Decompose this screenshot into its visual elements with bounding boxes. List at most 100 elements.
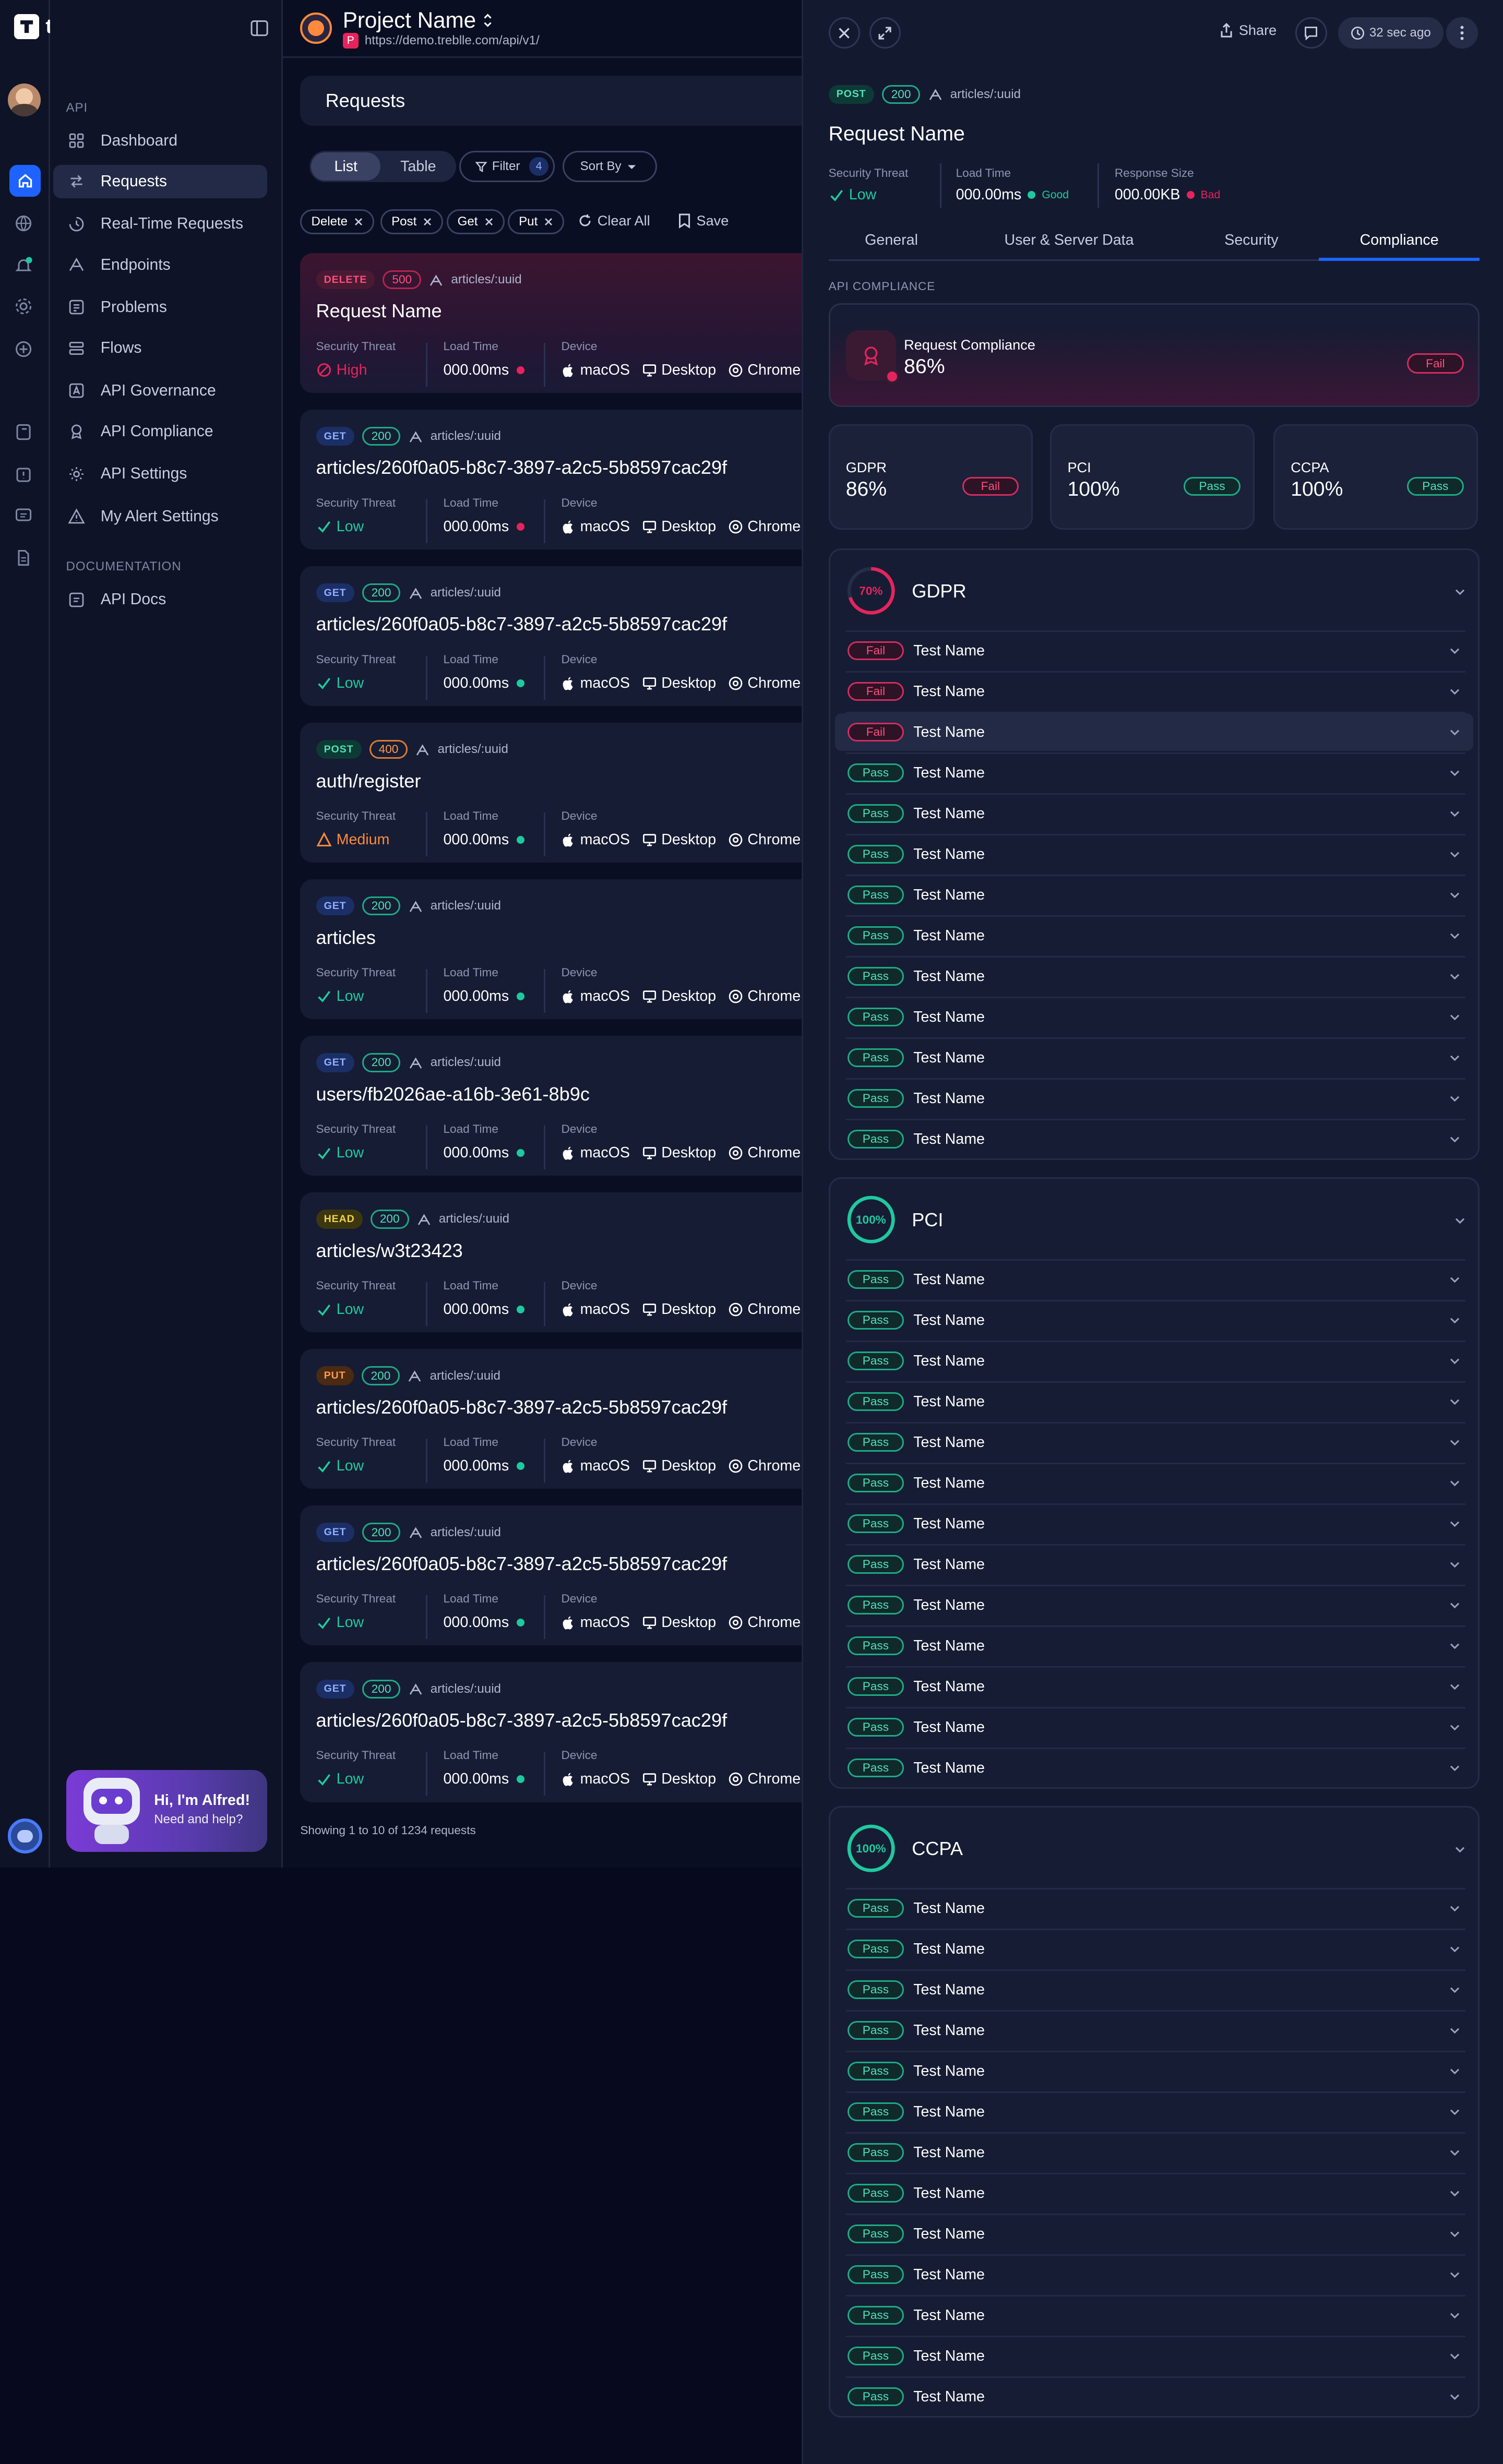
test-row[interactable]: Pass Test Name bbox=[835, 1342, 1473, 1380]
request-card[interactable]: POST 400 articles/:uuid auth/register Se… bbox=[300, 723, 819, 863]
request-card[interactable]: GET 200 articles/:uuid users/fb2026ae-a1… bbox=[300, 1036, 819, 1176]
chevron-down-icon[interactable] bbox=[1448, 1273, 1462, 1287]
chevron-down-icon[interactable] bbox=[1448, 2308, 1462, 2323]
test-row[interactable]: Pass Test Name bbox=[835, 1889, 1473, 1927]
chevron-down-icon[interactable] bbox=[1448, 1901, 1462, 1916]
test-row[interactable]: Fail Test Name bbox=[834, 713, 1473, 751]
sidebar-item-api-compliance[interactable]: API Compliance bbox=[53, 415, 267, 448]
chevron-down-icon[interactable] bbox=[1448, 1558, 1462, 1572]
chevron-down-icon[interactable] bbox=[1448, 725, 1462, 739]
chevron-down-icon[interactable] bbox=[1448, 2349, 1462, 2363]
test-row[interactable]: Fail Test Name bbox=[835, 632, 1473, 669]
share-button[interactable]: Share bbox=[1219, 22, 1277, 39]
chevron-down-icon[interactable] bbox=[1448, 970, 1462, 984]
chevron-down-icon[interactable] bbox=[1448, 1680, 1462, 1694]
chevron-down-icon[interactable] bbox=[1448, 644, 1462, 658]
chevron-down-icon[interactable] bbox=[1448, 1761, 1462, 1775]
chevron-down-icon[interactable] bbox=[1448, 2146, 1462, 2160]
sidebar-item-flows[interactable]: Flows bbox=[53, 332, 267, 365]
request-card[interactable]: PUT 200 articles/:uuid articles/260f0a05… bbox=[300, 1349, 819, 1489]
home-icon[interactable] bbox=[9, 165, 41, 197]
remove-chip-icon[interactable] bbox=[484, 217, 494, 226]
settings-icon[interactable] bbox=[14, 297, 36, 319]
summary-card-pci[interactable]: PCI 100% Pass bbox=[1050, 424, 1255, 530]
test-row[interactable]: Pass Test Name bbox=[835, 2052, 1473, 2090]
chevron-down-icon[interactable] bbox=[1448, 1517, 1462, 1531]
chevron-down-icon[interactable] bbox=[1448, 1639, 1462, 1653]
tab-list[interactable]: List bbox=[311, 152, 380, 181]
sidebar-item-api-docs[interactable]: API Docs bbox=[53, 583, 267, 616]
test-row[interactable]: Pass Test Name bbox=[835, 1971, 1473, 2008]
test-row[interactable]: Pass Test Name bbox=[835, 1627, 1473, 1665]
test-row[interactable]: Pass Test Name bbox=[835, 1930, 1473, 1968]
request-card[interactable]: HEAD 200 articles/:uuid articles/w3t2342… bbox=[300, 1192, 819, 1333]
clear-all-button[interactable]: Clear All bbox=[577, 212, 650, 229]
test-row[interactable]: Pass Test Name bbox=[835, 1120, 1473, 1158]
test-row[interactable]: Pass Test Name bbox=[835, 2012, 1473, 2049]
chevron-down-icon[interactable] bbox=[1448, 2186, 1462, 2200]
save-filter-button[interactable]: Save bbox=[677, 212, 729, 229]
sidebar-item-dashboard[interactable]: Dashboard bbox=[53, 124, 267, 157]
summary-card-gdpr[interactable]: GDPR 86% Fail bbox=[828, 424, 1033, 530]
chevron-down-icon[interactable] bbox=[1448, 1983, 1462, 1997]
sidebar-item-problems[interactable]: Problems bbox=[53, 291, 267, 324]
add-icon[interactable] bbox=[14, 340, 36, 362]
chevron-down-icon[interactable] bbox=[1448, 929, 1462, 943]
project-icon[interactable] bbox=[300, 13, 332, 44]
section-header[interactable]: 100% CCPA bbox=[846, 1823, 963, 1873]
info-icon[interactable] bbox=[14, 465, 36, 487]
remove-chip-icon[interactable] bbox=[544, 217, 553, 226]
remove-chip-icon[interactable] bbox=[423, 217, 432, 226]
test-row[interactable]: Pass Test Name bbox=[835, 1464, 1473, 1502]
request-card[interactable]: DELETE 500 articles/:uuid Request Name S… bbox=[300, 253, 819, 393]
remove-chip-icon[interactable] bbox=[354, 217, 363, 226]
test-row[interactable]: Pass Test Name bbox=[835, 1301, 1473, 1339]
summary-card-ccpa[interactable]: CCPA 100% Pass bbox=[1273, 424, 1478, 530]
chevron-down-icon[interactable] bbox=[1448, 2064, 1462, 2078]
chevron-down-icon[interactable] bbox=[1448, 1476, 1462, 1490]
test-row[interactable]: Pass Test Name bbox=[835, 1261, 1473, 1298]
project-url[interactable]: https://demo.treblle.com/api/v1/ bbox=[365, 33, 540, 48]
project-switcher[interactable]: Project Name bbox=[343, 8, 494, 33]
message-icon[interactable] bbox=[14, 506, 36, 528]
test-row[interactable]: Pass Test Name bbox=[835, 958, 1473, 995]
filter-chip-put[interactable]: Put bbox=[508, 209, 565, 234]
test-row[interactable]: Pass Test Name bbox=[835, 2174, 1473, 2212]
filter-chip-delete[interactable]: Delete bbox=[300, 209, 375, 234]
chevron-down-icon[interactable] bbox=[1448, 2268, 1462, 2282]
test-row[interactable]: Fail Test Name bbox=[835, 673, 1473, 710]
test-row[interactable]: Pass Test Name bbox=[835, 2093, 1473, 2131]
chevron-down-icon[interactable] bbox=[1448, 685, 1462, 699]
bell-icon[interactable] bbox=[14, 256, 36, 278]
test-row[interactable]: Pass Test Name bbox=[835, 1708, 1473, 1746]
test-row[interactable]: Pass Test Name bbox=[835, 1668, 1473, 1705]
section-header[interactable]: 100% PCI bbox=[846, 1194, 943, 1245]
sidebar-item-my-alert-settings[interactable]: My Alert Settings bbox=[53, 500, 267, 533]
test-row[interactable]: Pass Test Name bbox=[835, 1080, 1473, 1117]
test-row[interactable]: Pass Test Name bbox=[835, 2256, 1473, 2293]
collapse-sidebar-icon[interactable] bbox=[250, 19, 269, 38]
chevron-down-icon[interactable] bbox=[1453, 585, 1467, 599]
chevron-down-icon[interactable] bbox=[1448, 888, 1462, 902]
comment-button[interactable] bbox=[1295, 17, 1327, 49]
chevron-down-icon[interactable] bbox=[1448, 847, 1462, 862]
test-row[interactable]: Pass Test Name bbox=[835, 835, 1473, 873]
sidebar-item-requests[interactable]: Requests bbox=[53, 165, 268, 198]
chevron-down-icon[interactable] bbox=[1448, 2024, 1462, 2038]
tab-general[interactable]: General bbox=[829, 222, 955, 259]
sidebar-item-real-time-requests[interactable]: Real-Time Requests bbox=[53, 208, 267, 241]
alfred-assistant-card[interactable]: Hi, I'm Alfred! Need and help? bbox=[66, 1770, 268, 1852]
chevron-down-icon[interactable] bbox=[1448, 807, 1462, 821]
filter-chip-get[interactable]: Get bbox=[446, 209, 505, 234]
test-row[interactable]: Pass Test Name bbox=[835, 2378, 1473, 2415]
test-row[interactable]: Pass Test Name bbox=[835, 998, 1473, 1036]
chevron-down-icon[interactable] bbox=[1448, 2390, 1462, 2404]
sidebar-item-endpoints[interactable]: Endpoints bbox=[53, 248, 267, 281]
chevron-down-icon[interactable] bbox=[1448, 1598, 1462, 1612]
chevron-down-icon[interactable] bbox=[1448, 2227, 1462, 2241]
test-row[interactable]: Pass Test Name bbox=[835, 795, 1473, 832]
chevron-down-icon[interactable] bbox=[1453, 1843, 1467, 1857]
chevron-down-icon[interactable] bbox=[1448, 1051, 1462, 1065]
chevron-down-icon[interactable] bbox=[1448, 1354, 1462, 1368]
test-row[interactable]: Pass Test Name bbox=[835, 1424, 1473, 1461]
